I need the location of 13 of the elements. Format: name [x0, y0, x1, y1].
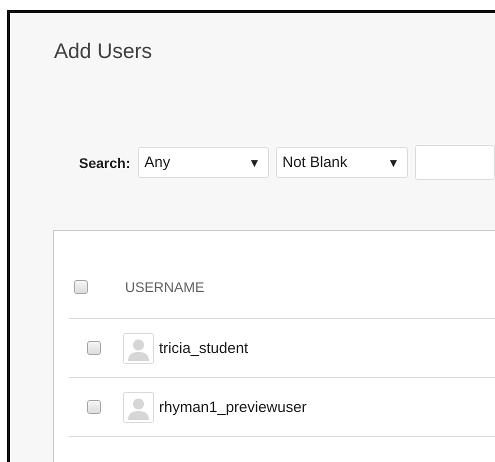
field-select[interactable]: Any ▼: [138, 147, 270, 178]
avatar-icon: [123, 392, 154, 422]
username-cell: rhyman1_previewuser: [159, 398, 307, 416]
search-label: Search:: [79, 154, 130, 170]
select-all-checkbox[interactable]: [74, 280, 88, 294]
avatar-icon: [123, 332, 154, 364]
username-cell: tricia_student: [159, 340, 248, 356]
row-checkbox[interactable]: [87, 400, 101, 414]
operator-select[interactable]: Not Blank ▼: [276, 147, 408, 178]
row-checkbox[interactable]: [87, 341, 101, 355]
page-title: Add Users: [54, 40, 154, 64]
column-header: USERNAME: [125, 278, 204, 294]
search-field[interactable]: [415, 145, 495, 180]
